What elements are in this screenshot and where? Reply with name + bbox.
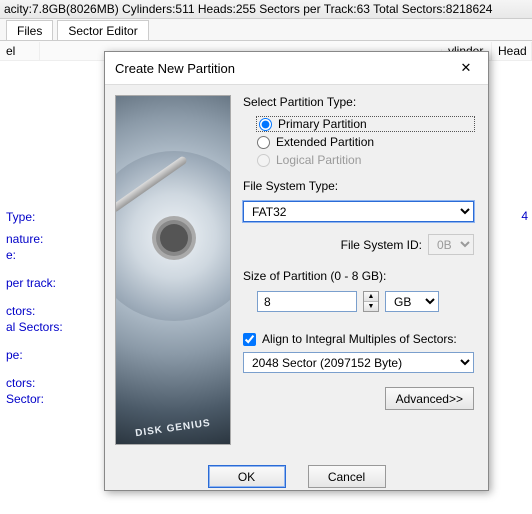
align-sector-select[interactable]: 2048 Sector (2097152 Byte) <box>243 352 474 373</box>
partition-type-group: Primary Partition Extended Partition Log… <box>243 117 474 167</box>
radio-primary-input[interactable] <box>259 118 272 131</box>
col-label: el <box>0 42 40 60</box>
advanced-button[interactable]: Advanced>> <box>385 387 474 410</box>
size-spinner[interactable]: ▲ ▼ <box>363 291 379 312</box>
col-head: Head <box>492 42 532 60</box>
value-4: 4 <box>521 209 528 223</box>
tab-sector-editor[interactable]: Sector Editor <box>57 20 148 40</box>
align-label: Align to Integral Multiples of Sectors: <box>262 332 457 346</box>
close-icon: ✕ <box>461 60 472 76</box>
tab-strip: Files Sector Editor <box>0 19 532 41</box>
radio-extended[interactable]: Extended Partition <box>257 135 474 149</box>
radio-extended-label: Extended Partition <box>276 135 374 149</box>
create-partition-dialog: Create New Partition ✕ DISK GENIUS Selec… <box>104 51 489 491</box>
file-system-type-select[interactable]: FAT32 <box>243 201 474 222</box>
disk-illustration: DISK GENIUS <box>115 95 231 445</box>
radio-primary-label: Primary Partition <box>278 117 367 131</box>
file-system-id-label: File System ID: <box>341 238 422 252</box>
file-system-type-label: File System Type: <box>243 179 474 193</box>
radio-extended-input[interactable] <box>257 136 270 149</box>
size-unit-select[interactable]: GB <box>385 291 439 312</box>
cancel-button[interactable]: Cancel <box>308 465 386 488</box>
dialog-title: Create New Partition <box>115 61 235 76</box>
spin-down-icon[interactable]: ▼ <box>364 302 378 311</box>
align-checkbox[interactable] <box>243 333 256 346</box>
size-input[interactable] <box>257 291 357 312</box>
file-system-id-select: 0B <box>428 234 474 255</box>
radio-logical-input <box>257 154 270 167</box>
dialog-titlebar: Create New Partition ✕ <box>105 52 488 85</box>
ok-button[interactable]: OK <box>208 465 286 488</box>
disk-summary-bar: acity:7.8GB(8026MB) Cylinders:511 Heads:… <box>0 0 532 19</box>
select-partition-type-label: Select Partition Type: <box>243 95 474 109</box>
close-button[interactable]: ✕ <box>452 58 480 78</box>
tab-files[interactable]: Files <box>6 20 53 40</box>
dialog-footer: OK Cancel <box>105 455 488 502</box>
size-label: Size of Partition (0 - 8 GB): <box>243 269 474 283</box>
radio-logical: Logical Partition <box>257 153 474 167</box>
radio-primary[interactable]: Primary Partition <box>257 117 474 131</box>
align-checkbox-row[interactable]: Align to Integral Multiples of Sectors: <box>243 332 474 346</box>
spin-up-icon[interactable]: ▲ <box>364 292 378 302</box>
brand-text: DISK GENIUS <box>116 415 230 442</box>
form-area: Select Partition Type: Primary Partition… <box>243 95 474 445</box>
radio-logical-label: Logical Partition <box>276 153 361 167</box>
